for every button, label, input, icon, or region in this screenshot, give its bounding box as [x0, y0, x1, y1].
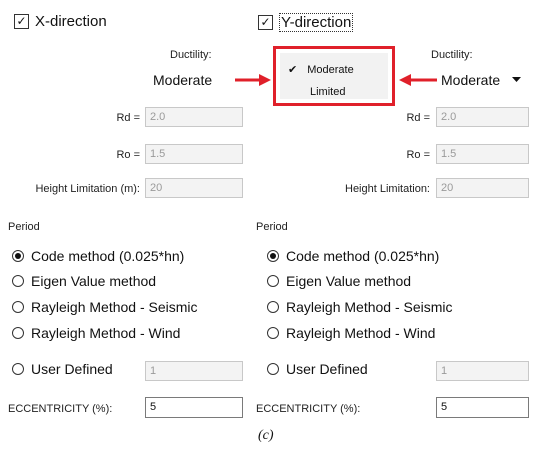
y-radio-rayleigh-seismic-label: Rayleigh Method - Seismic	[286, 299, 453, 315]
y-ductility-label: Ductility:	[431, 49, 473, 61]
radio-selected-icon	[12, 250, 24, 262]
x-radio-rayleigh-seismic[interactable]: Rayleigh Method - Seismic	[12, 299, 198, 315]
x-ductility-label: Ductility:	[170, 49, 212, 61]
x-radio-user-defined[interactable]: User Defined	[12, 361, 113, 377]
y-ro-field: 1.5	[436, 144, 529, 164]
x-eccentricity-label: ECCENTRICITY (%):	[8, 403, 113, 415]
y-rd-field: 2.0	[436, 107, 529, 127]
y-rd-label: Rd =	[406, 112, 430, 124]
radio-icon	[12, 301, 24, 313]
y-eccentricity-value: 5	[441, 401, 448, 413]
x-height-label: Height Limitation (m):	[35, 183, 140, 195]
y-period-label: Period	[256, 221, 288, 233]
radio-icon	[12, 275, 24, 287]
y-ro-value: 1.5	[441, 148, 457, 160]
y-radio-eigen-value[interactable]: Eigen Value method	[267, 273, 411, 289]
y-height-field: 20	[436, 178, 529, 198]
y-direction-checkbox[interactable]: ✓ Y-direction	[258, 13, 354, 32]
x-period-label: Period	[8, 221, 40, 233]
radio-icon	[267, 275, 279, 287]
x-direction-checkbox[interactable]: ✓ X-direction	[14, 13, 107, 30]
menu-item-moderate[interactable]: ✔ Moderate	[288, 63, 354, 77]
y-user-defined-field: 1	[436, 361, 529, 381]
x-radio-user-defined-label: User Defined	[31, 361, 113, 377]
x-radio-code-method-label: Code method (0.025*hn)	[31, 248, 185, 264]
x-direction-check-icon: ✓	[14, 14, 29, 29]
x-radio-rayleigh-wind-label: Rayleigh Method - Wind	[31, 325, 181, 341]
y-height-value: 20	[441, 182, 454, 194]
y-eccentricity-label: ECCENTRICITY (%):	[256, 403, 361, 415]
checkmark-icon: ✔	[288, 64, 298, 76]
y-radio-code-method-label: Code method (0.025*hn)	[286, 248, 440, 264]
menu-item-limited-label: Limited	[310, 86, 346, 98]
x-ductility-dropdown[interactable]: Moderate	[153, 72, 212, 88]
y-radio-user-defined-label: User Defined	[286, 361, 368, 377]
x-ro-label: Ro =	[116, 149, 140, 161]
red-arrow-icon	[235, 74, 271, 86]
radio-icon	[12, 363, 24, 375]
x-eccentricity-input[interactable]: 5	[145, 397, 243, 418]
y-direction-check-icon: ✓	[258, 15, 273, 30]
menu-item-limited[interactable]: Limited	[310, 86, 345, 98]
x-rd-field: 2.0	[145, 107, 243, 127]
radio-icon	[12, 327, 24, 339]
x-radio-code-method[interactable]: Code method (0.025*hn)	[12, 248, 184, 264]
radio-selected-icon	[267, 250, 279, 262]
y-radio-code-method[interactable]: Code method (0.025*hn)	[267, 248, 439, 264]
radio-icon	[267, 363, 279, 375]
x-direction-label: X-direction	[35, 13, 107, 30]
x-radio-eigen-value-label: Eigen Value method	[31, 273, 157, 289]
radio-icon	[267, 301, 279, 313]
x-user-defined-field: 1	[145, 361, 243, 381]
x-height-field: 20	[145, 178, 243, 198]
y-radio-rayleigh-wind-label: Rayleigh Method - Wind	[286, 325, 436, 341]
chevron-down-icon	[512, 77, 522, 82]
x-ro-field: 1.5	[145, 144, 243, 164]
y-ro-label: Ro =	[406, 149, 430, 161]
y-radio-rayleigh-seismic[interactable]: Rayleigh Method - Seismic	[267, 299, 453, 315]
x-ductility-value: Moderate	[153, 72, 213, 88]
y-radio-rayleigh-wind[interactable]: Rayleigh Method - Wind	[267, 325, 435, 341]
y-ductility-value: Moderate	[441, 72, 501, 88]
x-eccentricity-value: 5	[150, 401, 157, 413]
y-direction-label: Y-direction	[279, 13, 354, 32]
y-radio-eigen-value-label: Eigen Value method	[286, 273, 412, 289]
y-rd-value: 2.0	[441, 111, 457, 123]
x-radio-eigen-value[interactable]: Eigen Value method	[12, 273, 156, 289]
x-ro-value: 1.5	[150, 148, 166, 160]
x-radio-rayleigh-seismic-label: Rayleigh Method - Seismic	[31, 299, 198, 315]
x-height-value: 20	[150, 182, 163, 194]
y-radio-user-defined[interactable]: User Defined	[267, 361, 368, 377]
ductility-dropdown-menu: ✔ Moderate Limited	[273, 46, 395, 106]
x-rd-value: 2.0	[150, 111, 166, 123]
figure-caption: (c)	[258, 428, 274, 443]
x-rd-label: Rd =	[116, 112, 140, 124]
y-height-label: Height Limitation:	[345, 183, 430, 195]
red-arrow-icon	[399, 74, 437, 86]
x-radio-rayleigh-wind[interactable]: Rayleigh Method - Wind	[12, 325, 180, 341]
x-user-defined-value: 1	[150, 365, 157, 377]
y-ductility-dropdown[interactable]: Moderate	[441, 72, 522, 88]
y-user-defined-value: 1	[441, 365, 448, 377]
radio-icon	[267, 327, 279, 339]
menu-item-moderate-label: Moderate	[307, 63, 354, 76]
y-eccentricity-input[interactable]: 5	[436, 397, 529, 418]
